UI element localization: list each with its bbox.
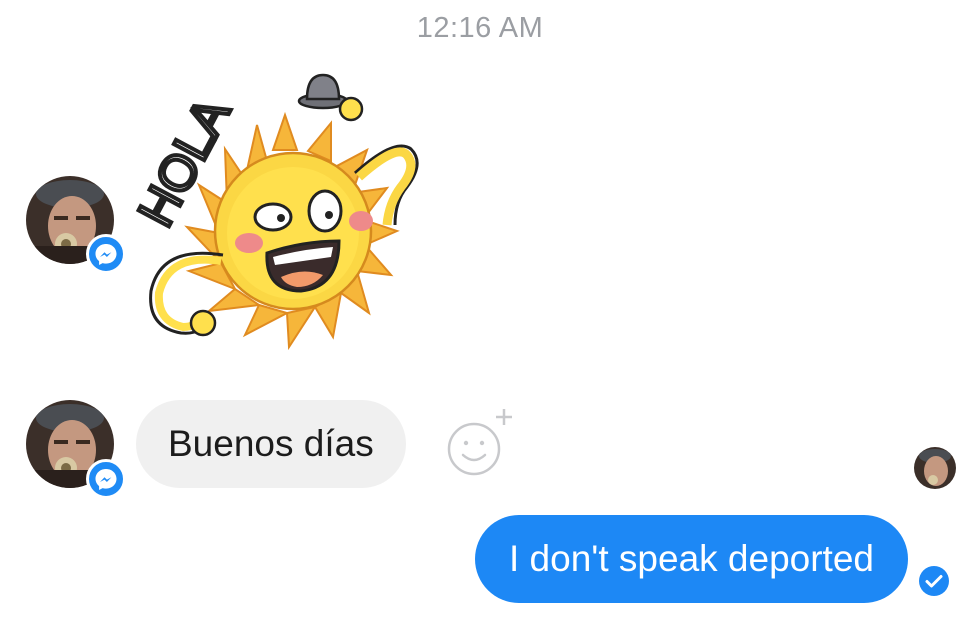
delivered-check-icon — [918, 565, 950, 597]
read-receipt-avatar — [914, 447, 956, 489]
chat-thread: 12:16 AM HOLA Buenos días I don't speak … — [0, 0, 960, 640]
messenger-badge-icon — [86, 459, 126, 499]
messenger-badge-icon — [86, 234, 126, 274]
waving-sun-sticker[interactable]: HOLA — [125, 65, 445, 385]
message-timestamp: 12:16 AM — [416, 12, 544, 44]
outgoing-message-bubble[interactable]: I don't speak deported — [475, 515, 908, 603]
add-reaction-icon[interactable] — [444, 405, 518, 479]
incoming-message-bubble[interactable]: Buenos días — [136, 400, 406, 488]
